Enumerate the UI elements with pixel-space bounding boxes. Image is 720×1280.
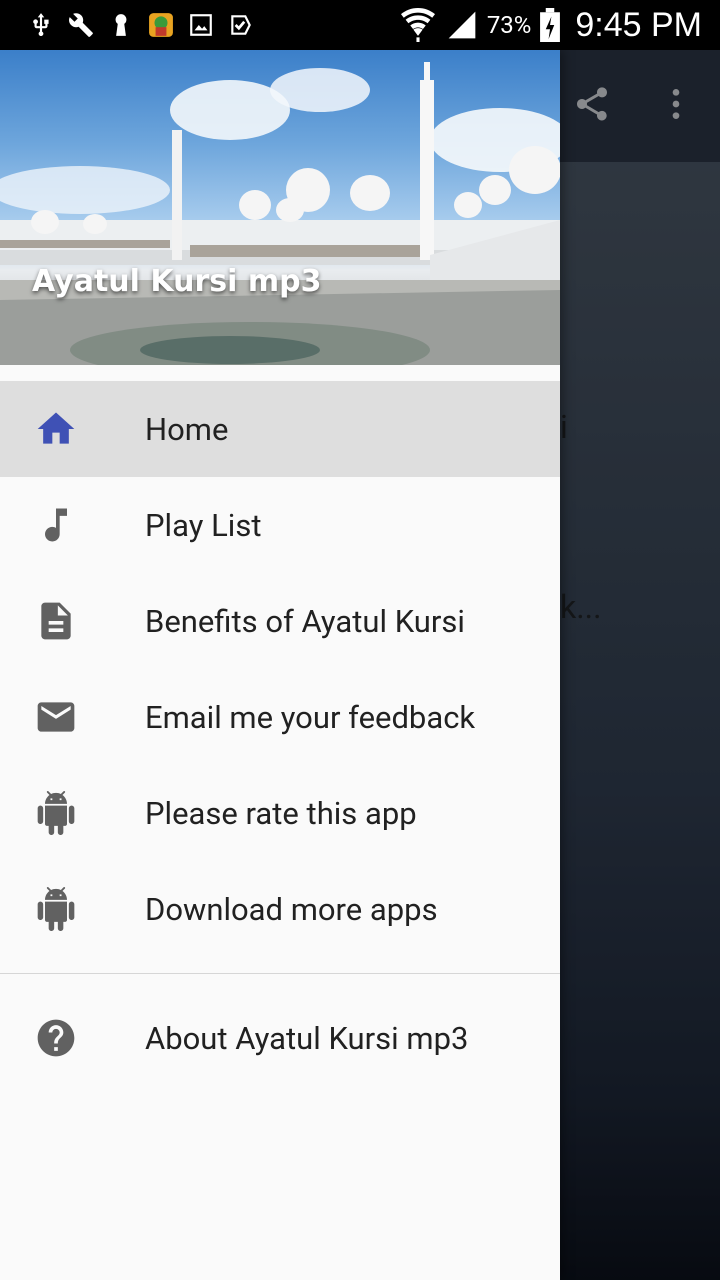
checkmark-icon xyxy=(231,15,251,35)
battery-charging-icon xyxy=(540,8,561,42)
drawer-item-home[interactable]: Home xyxy=(0,381,560,477)
usb-icon xyxy=(33,13,49,37)
wifi-icon xyxy=(400,8,435,42)
battery-percent: 73% xyxy=(486,11,532,39)
navigation-drawer: Ayatul Kursi mp3 Home Play List Benefits… xyxy=(0,50,560,1280)
drawer-item-benefits[interactable]: Benefits of Ayatul Kursi xyxy=(0,573,560,669)
android-icon xyxy=(34,887,78,931)
drawer-item-label: Play List xyxy=(145,506,262,544)
drawer-item-rate-app[interactable]: Please rate this app xyxy=(0,765,560,861)
wrench-icon xyxy=(69,13,93,37)
status-bar: 73% 9:45 PM xyxy=(0,0,720,50)
drawer-title: Ayatul Kursi mp3 xyxy=(32,264,322,299)
mosque-header-image xyxy=(0,62,560,365)
signal-icon xyxy=(448,11,476,39)
drawer-item-about[interactable]: About Ayatul Kursi mp3 xyxy=(0,990,560,1086)
drawer-item-label: Please rate this app xyxy=(145,794,417,832)
drawer-item-more-apps[interactable]: Download more apps xyxy=(0,861,560,957)
drawer-item-play-list[interactable]: Play List xyxy=(0,477,560,573)
drawer-item-label: Download more apps xyxy=(145,890,438,928)
drawer-item-label: Email me your feedback xyxy=(145,698,476,736)
keyhole-icon xyxy=(115,14,127,36)
home-icon xyxy=(34,407,78,451)
game-app-icon xyxy=(149,13,173,37)
android-icon xyxy=(34,791,78,835)
image-icon xyxy=(190,14,212,36)
drawer-divider xyxy=(0,973,560,974)
drawer-item-label: Home xyxy=(145,410,229,448)
drawer-menu: Home Play List Benefits of Ayatul Kursi … xyxy=(0,381,560,1086)
music-note-icon xyxy=(34,503,78,547)
document-icon xyxy=(34,599,78,643)
help-icon xyxy=(34,1016,78,1060)
drawer-item-email-feedback[interactable]: Email me your feedback xyxy=(0,669,560,765)
email-icon xyxy=(34,695,78,739)
drawer-header: Ayatul Kursi mp3 xyxy=(0,50,560,365)
clock: 9:45 PM xyxy=(575,5,702,44)
drawer-item-label: About Ayatul Kursi mp3 xyxy=(145,1019,469,1057)
drawer-item-label: Benefits of Ayatul Kursi xyxy=(145,602,465,640)
